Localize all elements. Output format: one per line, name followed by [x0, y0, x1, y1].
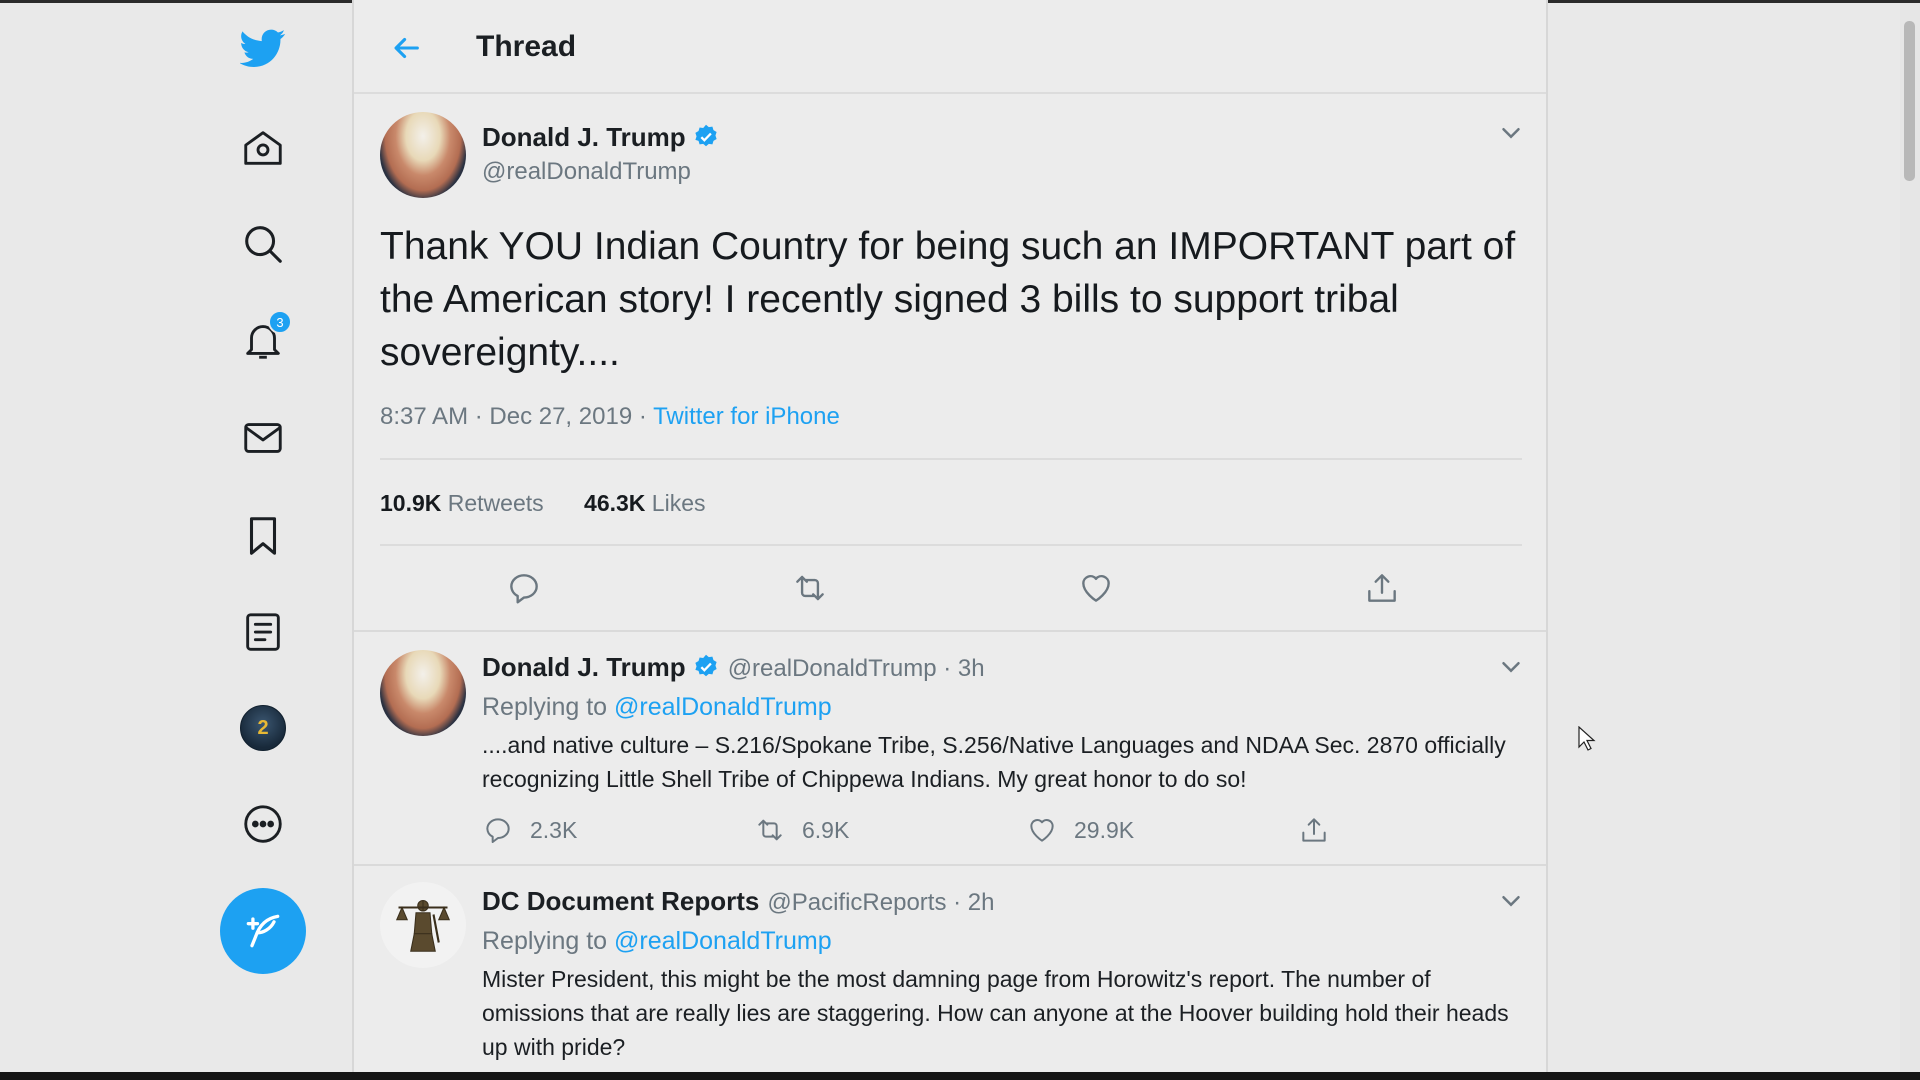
- reply-count: 2.3K: [530, 816, 578, 843]
- tweet-source-link[interactable]: Twitter for iPhone: [653, 403, 840, 430]
- reply-author-name-text: DC Document Reports: [482, 886, 760, 916]
- like-button[interactable]: [1074, 566, 1118, 610]
- reply-author-name-text: Donald J. Trump: [482, 652, 686, 682]
- reply-author-name[interactable]: DC Document Reports @PacificReports · 2h: [482, 886, 994, 917]
- page-title: Thread: [476, 30, 577, 63]
- sidebar-nav: 3 2: [0, 0, 352, 1072]
- tweet-meta: 8:37 AM · Dec 27, 2019 · Twitter for iPh…: [380, 403, 840, 430]
- compose-tweet-button[interactable]: [220, 888, 306, 974]
- explore-search-icon[interactable]: [233, 214, 293, 274]
- tweet-time[interactable]: 8:37 AM: [380, 403, 468, 430]
- replying-to-prefix: Replying to: [482, 927, 608, 955]
- retweet-icon: [758, 819, 782, 841]
- retweets-stat[interactable]: 10.9K Retweets: [380, 490, 544, 516]
- retweets-label: Retweets: [447, 490, 544, 516]
- verified-badge-icon: [695, 124, 717, 147]
- messages-mail-icon[interactable]: [233, 408, 293, 468]
- back-arrow-icon: [394, 37, 419, 59]
- author-handle[interactable]: @realDonaldTrump: [482, 158, 691, 186]
- reply-author-handle: @PacificReports · 2h: [767, 889, 995, 916]
- tweet-options-chevron-icon[interactable]: [1496, 118, 1526, 148]
- tweet-stats: 10.9K Retweets 46.3K Likes: [380, 490, 740, 517]
- verified-badge-icon: [695, 654, 717, 677]
- reply-text: ....and native culture – S.216/Spokane T…: [482, 732, 1506, 792]
- tweet-options-chevron-icon[interactable]: [1496, 886, 1526, 916]
- author-avatar[interactable]: [380, 112, 466, 198]
- back-button[interactable]: [384, 26, 428, 70]
- thread-header: Thread: [354, 0, 1546, 94]
- reply-author-handle: @realDonaldTrump · 3h: [727, 655, 985, 682]
- reply-button[interactable]: 2.3K: [482, 814, 577, 846]
- retweet-button[interactable]: [788, 566, 832, 610]
- tweet-date[interactable]: Dec 27, 2019: [489, 403, 632, 430]
- divider: [380, 544, 1522, 546]
- replying-to-link[interactable]: @realDonaldTrump: [614, 693, 832, 721]
- notification-count-badge: 3: [268, 310, 292, 334]
- retweet-icon: [796, 575, 824, 601]
- heart-icon: [1082, 574, 1110, 602]
- vertical-scrollbar[interactable]: [1900, 3, 1920, 1072]
- heart-icon: [1030, 819, 1054, 842]
- share-button[interactable]: [1298, 814, 1346, 846]
- likes-label: Likes: [651, 490, 706, 516]
- profile-avatar[interactable]: 2: [240, 705, 286, 751]
- share-button[interactable]: [1360, 566, 1404, 610]
- compose-feather-icon: [246, 914, 280, 948]
- lady-justice-icon: [395, 899, 451, 952]
- more-options-icon[interactable]: [233, 794, 293, 854]
- retweet-count: 6.9K: [802, 816, 850, 843]
- share-icon: [1302, 818, 1326, 842]
- retweet-button[interactable]: 6.9K: [754, 814, 849, 846]
- tweet-text: Thank YOU Indian Country for being such …: [380, 225, 1516, 374]
- share-icon: [1368, 574, 1396, 602]
- reply-button[interactable]: [502, 566, 546, 610]
- reply-text: Mister President, this might be the most…: [482, 966, 1509, 1060]
- bookmarks-icon[interactable]: [233, 506, 293, 566]
- tweet-options-chevron-icon[interactable]: [1496, 652, 1526, 682]
- reply-author-name[interactable]: Donald J. Trump @realDonaldTrump · 3h: [482, 652, 985, 683]
- thread-column: Thread Donald J. Trump @realDonaldTrump …: [352, 0, 1548, 1072]
- reply-author-avatar[interactable]: [380, 882, 466, 968]
- mouse-cursor-icon: [1578, 726, 1596, 751]
- scrollbar-thumb[interactable]: [1904, 21, 1915, 181]
- replying-to-prefix: Replying to: [482, 693, 608, 721]
- replying-to: Replying to @realDonaldTrump: [482, 927, 832, 956]
- reply-icon: [486, 818, 510, 843]
- replying-to: Replying to @realDonaldTrump: [482, 693, 832, 722]
- like-button[interactable]: 29.9K: [1026, 814, 1134, 846]
- window-bottom-border: [0, 1072, 1920, 1080]
- author-name[interactable]: Donald J. Trump: [482, 122, 720, 153]
- lists-icon[interactable]: [233, 602, 293, 662]
- author-name-text: Donald J. Trump: [482, 122, 686, 152]
- home-icon[interactable]: [233, 118, 293, 178]
- likes-stat[interactable]: 46.3K Likes: [584, 490, 705, 516]
- reply-icon: [510, 574, 538, 604]
- retweets-count: 10.9K: [380, 490, 442, 516]
- twitter-logo-icon[interactable]: [233, 18, 293, 78]
- likes-count: 46.3K: [584, 490, 646, 516]
- replying-to-link[interactable]: @realDonaldTrump: [614, 927, 832, 955]
- like-count: 29.9K: [1074, 816, 1135, 843]
- divider: [354, 864, 1546, 866]
- divider: [380, 458, 1522, 460]
- divider: [354, 630, 1546, 632]
- reply-author-avatar[interactable]: [380, 650, 466, 736]
